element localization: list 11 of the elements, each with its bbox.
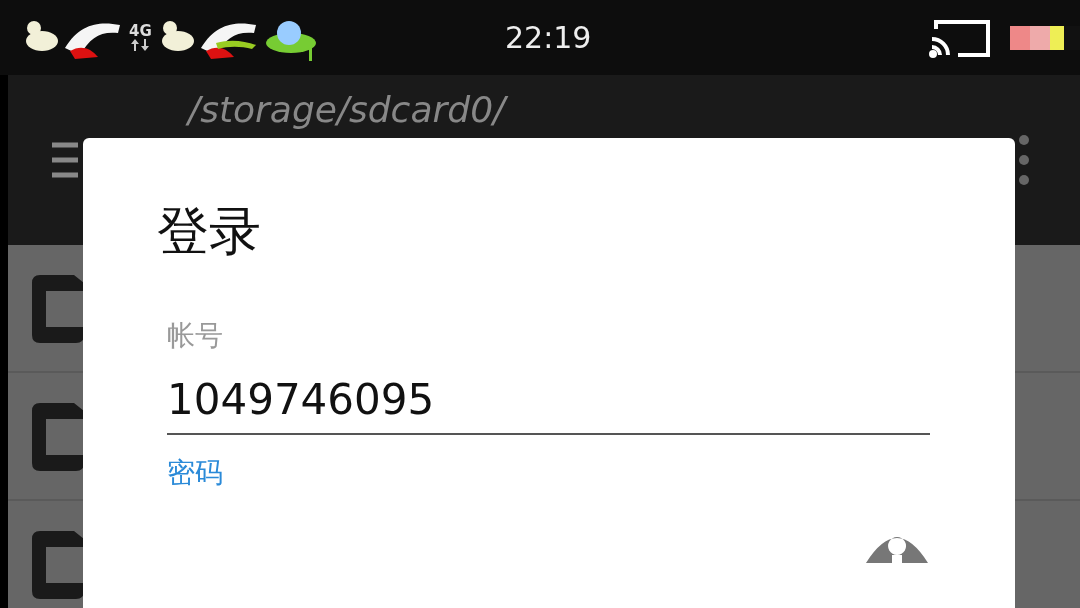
clock-time: 22:19	[505, 20, 592, 55]
input-field[interactable]: 1049746095	[167, 368, 930, 436]
field-label: 帐号	[167, 318, 223, 355]
field-label: 密码	[167, 455, 223, 492]
overflow-menu-button[interactable]	[1018, 134, 1030, 186]
menu-button[interactable]	[52, 142, 78, 178]
network-type: 4G	[129, 24, 152, 39]
data-arrows-icon	[130, 39, 151, 51]
dialog-title: 登录	[157, 200, 262, 263]
more-icon	[1018, 134, 1030, 186]
menu-icon	[52, 142, 78, 178]
